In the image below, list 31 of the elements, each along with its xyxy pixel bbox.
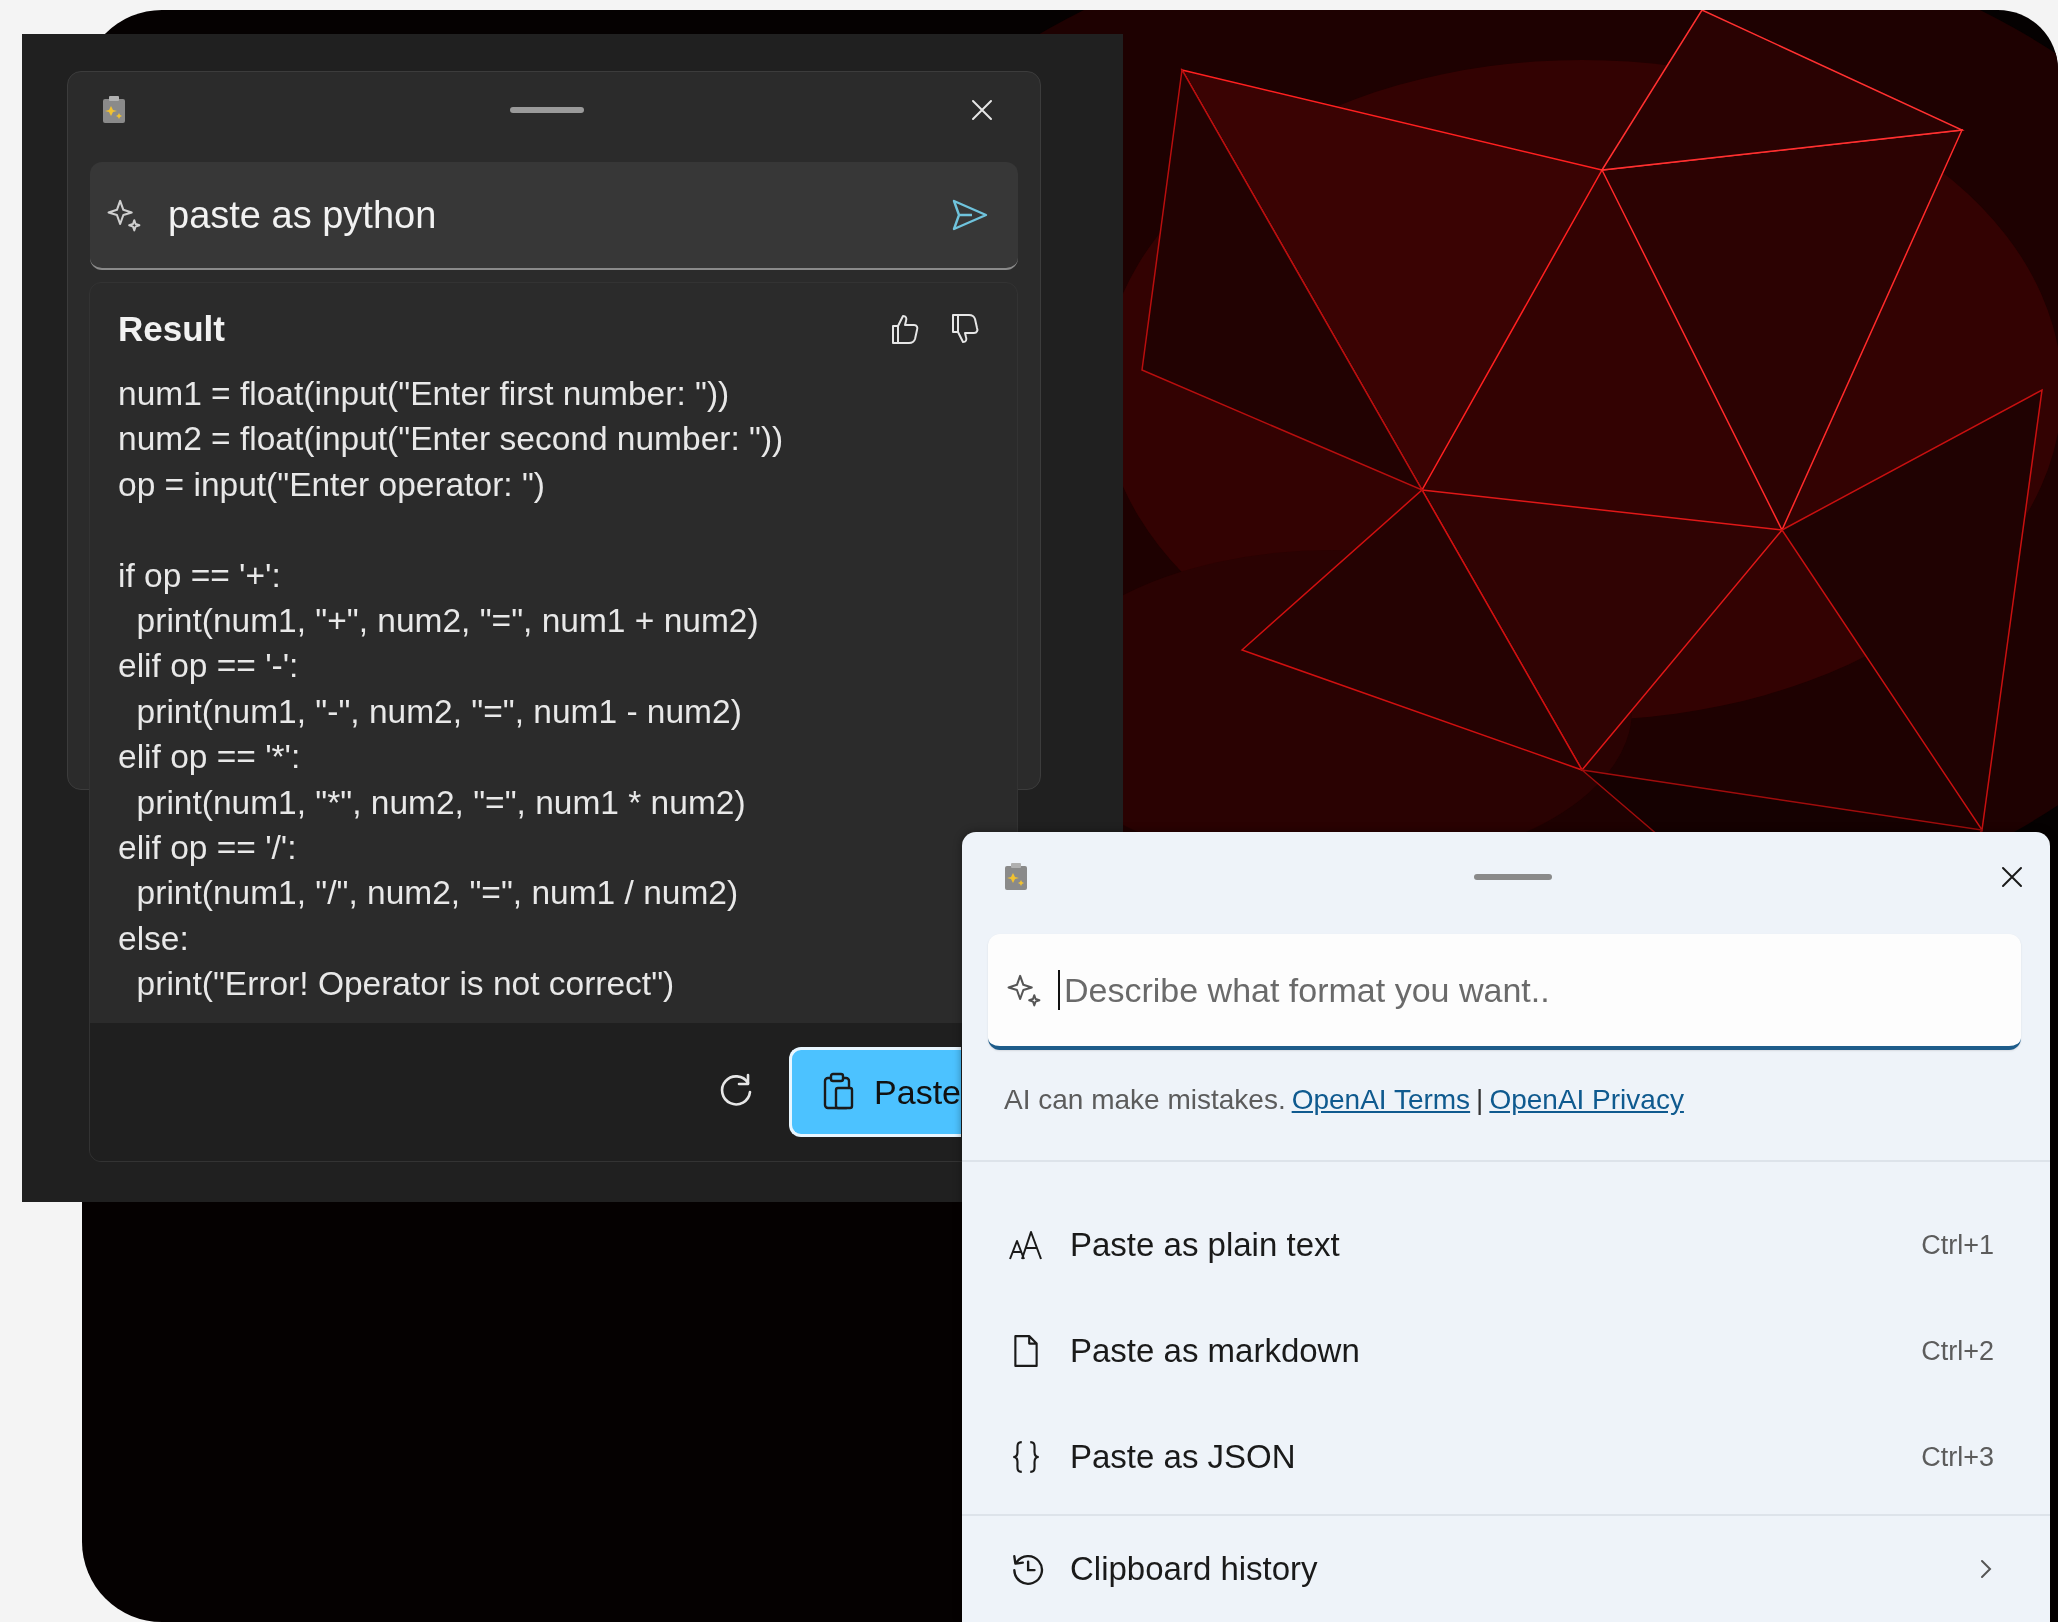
- link[interactable]: OpenAI Privacy: [1489, 1084, 1684, 1116]
- clipboard-icon: [1002, 862, 1030, 892]
- result-title: Result: [118, 309, 225, 349]
- clipboard-icon: [100, 95, 128, 125]
- thumbs-down-icon: [949, 312, 981, 346]
- code-text: num1 = float(input("Enter first number: ")) num2 = float(input("Enter second number: ")) op = input("Enter operator: ") if op == '+': print(num1, "+", num2, "=", num1 + num2) elif op == '-': print(num1, "-", num2, "=", num1 - num2) elif op == '*': print(num1, "*", num2, "=", num1 * num2) elif op == '/': print(num1, "/", num2, "=", num1 / num2) else: print("Error! Operator is not correct"): [118, 374, 784, 1005]
- disclaimer-text: AI can make mistakes.: [1004, 1084, 1286, 1116]
- prompt-field[interactable]: paste as python: [90, 162, 1018, 270]
- paste-button[interactable]: Paste: [789, 1047, 961, 1137]
- input-text[interactable]: Describe what format you want..: [1062, 969, 2021, 1011]
- menu-item[interactable]: Paste as plain text Ctrl+1: [962, 1192, 2050, 1298]
- format-input-field[interactable]: Describe what format you want..: [988, 934, 2021, 1050]
- font-size-icon: [1008, 1229, 1044, 1261]
- shortcut-text: Ctrl+1: [1921, 1229, 1994, 1261]
- prompt-text: paste as python: [168, 193, 438, 237]
- text-caret: [1058, 970, 1060, 1010]
- sparkle-icon: [106, 197, 142, 233]
- close-icon: [970, 98, 994, 122]
- link-separator: |: [1476, 1084, 1484, 1116]
- menu-item[interactable]: Paste as markdown Ctrl+2: [962, 1298, 2050, 1404]
- thumbs-up-icon: [889, 312, 921, 346]
- send-icon: [950, 197, 990, 233]
- shortcut-text: Ctrl+3: [1921, 1441, 1994, 1473]
- menu-item[interactable]: Paste as JSON Ctrl+3: [962, 1404, 2050, 1510]
- menu-item[interactable]: Clipboard history: [962, 1516, 2050, 1622]
- shortcut-text: Ctrl+2: [1921, 1335, 1994, 1367]
- sparkle-icon: [1006, 972, 1042, 1008]
- link[interactable]: OpenAI Terms: [1291, 1084, 1471, 1116]
- drag-handle[interactable]: [510, 107, 584, 113]
- close-icon: [2000, 865, 2024, 889]
- drag-handle[interactable]: [1474, 874, 1552, 880]
